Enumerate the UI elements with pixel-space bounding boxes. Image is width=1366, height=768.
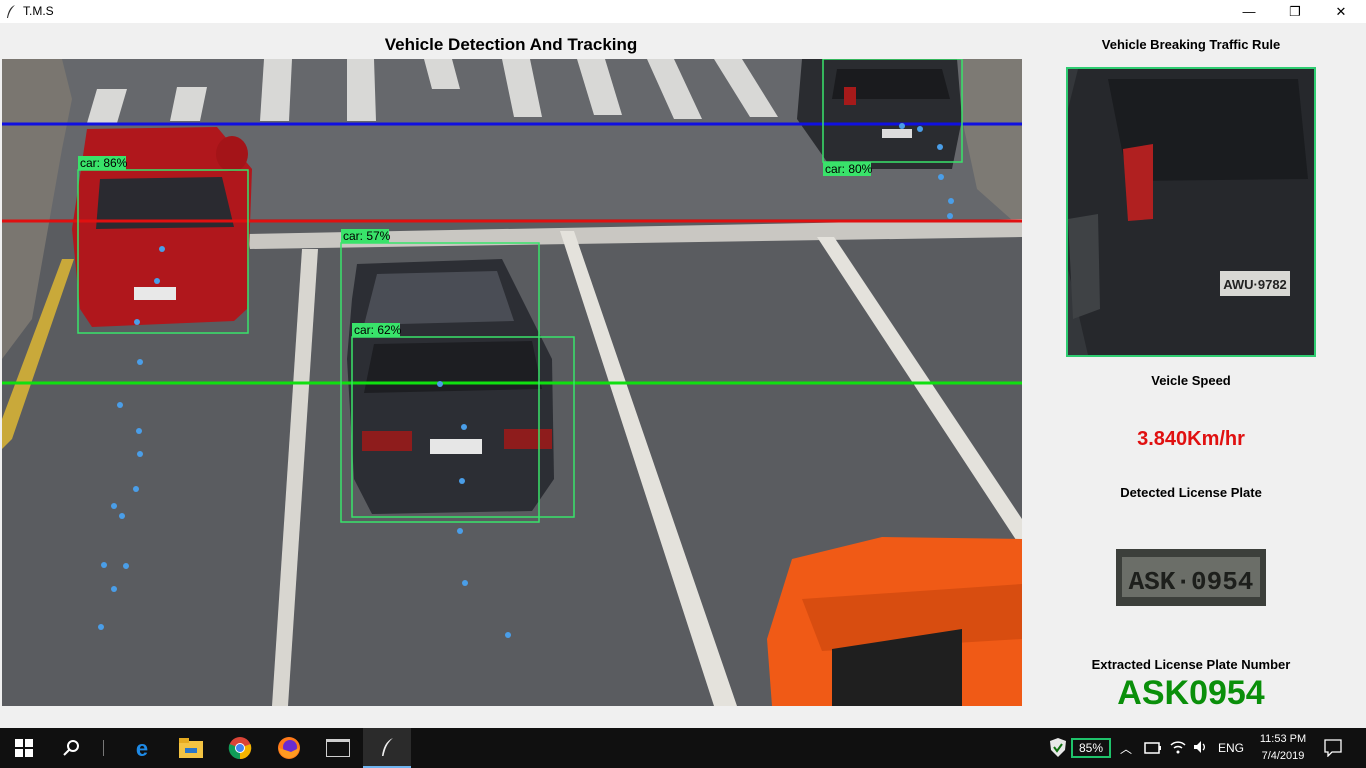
tms-app-icon[interactable] xyxy=(363,728,411,768)
taskbar-divider xyxy=(103,740,104,756)
video-frame: car: 86% car: 80% car: 57% car: 62% xyxy=(2,59,1022,706)
speed-heading: Veicle Speed xyxy=(1151,373,1231,388)
notification-icon[interactable] xyxy=(1324,739,1342,762)
license-plate-crop: ASK·0954 xyxy=(1116,549,1266,606)
clock[interactable]: 11:53 PM 7/4/2019 xyxy=(1252,731,1314,765)
maximize-button[interactable]: ❐ xyxy=(1272,0,1318,23)
app-window: Vehicle Detection And Tracking car: 86% … xyxy=(0,23,1366,728)
volume-icon[interactable] xyxy=(1193,740,1209,759)
feather-app-icon xyxy=(7,5,15,18)
chevron-up-icon[interactable]: ︿ xyxy=(1120,740,1132,757)
extracted-plate-number: ASK0954 xyxy=(1117,674,1265,712)
terminal-icon[interactable] xyxy=(314,728,362,768)
detection-label-2: car: 80% xyxy=(825,162,873,176)
speed-value: 3.840Km/hr xyxy=(1137,428,1245,450)
close-button[interactable]: ✕ xyxy=(1318,0,1364,23)
battery-indicator[interactable]: 85% xyxy=(1071,738,1111,758)
search-icon[interactable] xyxy=(48,728,96,768)
extracted-heading: Extracted License Plate Number xyxy=(1091,657,1291,672)
plate-crop-text: ASK·0954 xyxy=(1129,567,1254,597)
detection-label-3: car: 57% xyxy=(343,229,391,243)
wifi-icon[interactable] xyxy=(1170,740,1186,759)
dark-car-top xyxy=(797,59,962,169)
language-indicator[interactable]: ENG xyxy=(1218,741,1244,755)
road-scene: car: 86% car: 80% car: 57% car: 62% xyxy=(2,59,1022,706)
violation-heading: Vehicle Breaking Traffic Rule xyxy=(1101,37,1281,52)
violator-plate-text: AWU·9782 xyxy=(1223,277,1287,292)
orange-car xyxy=(767,537,1022,706)
edge-icon[interactable]: e xyxy=(118,728,166,768)
battery-icon[interactable] xyxy=(1144,741,1162,759)
clock-time: 11:53 PM xyxy=(1259,733,1307,745)
video-title: Vehicle Detection And Tracking xyxy=(384,35,638,54)
svg-text:e: e xyxy=(136,737,148,759)
violator-vehicle-image: AWU·9782 xyxy=(1066,67,1316,357)
file-explorer-icon[interactable] xyxy=(167,728,215,768)
minimize-button[interactable]: — xyxy=(1226,0,1272,23)
defender-icon[interactable] xyxy=(1050,738,1066,763)
windows-start-icon[interactable] xyxy=(0,728,48,768)
clock-date: 7/4/2019 xyxy=(1261,750,1305,762)
detection-label-1: car: 86% xyxy=(80,156,128,170)
chrome-icon[interactable] xyxy=(216,728,264,768)
taskbar: e 85% ︿ ENG 11:53 PM 7/4/2019 xyxy=(0,728,1366,768)
title-bar: T.M.S — ❐ ✕ xyxy=(0,0,1366,23)
firefox-icon[interactable] xyxy=(265,728,313,768)
window-title: T.M.S xyxy=(23,4,54,18)
plate-heading: Detected License Plate xyxy=(1120,485,1262,500)
detection-label-4: car: 62% xyxy=(354,323,402,337)
